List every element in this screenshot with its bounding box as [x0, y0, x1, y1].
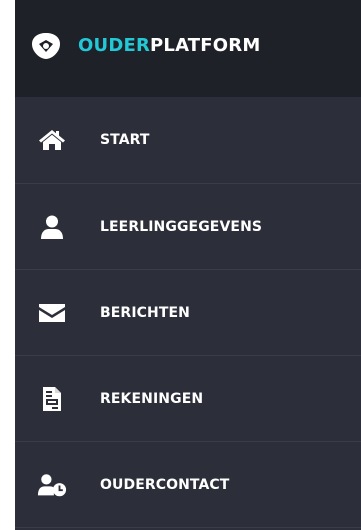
sidebar-nav: START LEERLINGGEGEVENS BERICHTEN REKENIN… — [15, 97, 361, 528]
brand-accent: OUDER — [78, 35, 151, 56]
sidebar-item-rekeningen[interactable]: REKENINGEN — [15, 356, 361, 442]
sidebar-item-label: OUDERCONTACT — [100, 476, 230, 493]
sidebar-item-label: START — [100, 132, 150, 148]
sidebar-item-start[interactable]: START — [15, 97, 361, 184]
brand-title: OUDERPLATFORM — [78, 34, 260, 58]
invoice-icon — [37, 386, 67, 412]
sidebar-item-berichten[interactable]: BERICHTEN — [15, 270, 361, 356]
user-clock-icon — [37, 472, 67, 498]
logo-icon — [32, 33, 60, 59]
sidebar-item-label: LEERLINGGEGEVENS — [100, 218, 263, 235]
envelope-icon — [37, 300, 67, 326]
sidebar-item-oudercontact[interactable]: OUDERCONTACT — [15, 442, 361, 528]
sidebar-item-label: BERICHTEN — [100, 304, 190, 321]
home-icon — [37, 127, 67, 153]
sidebar: OUDERPLATFORM START LEERLINGGEGEVENS BER… — [15, 0, 361, 530]
brand-rest: PLATFORM — [150, 35, 261, 56]
user-icon — [37, 214, 67, 240]
sidebar-item-leerlinggegevens[interactable]: LEERLINGGEGEVENS — [15, 184, 361, 270]
sidebar-item-label: REKENINGEN — [100, 390, 204, 407]
brand-header[interactable]: OUDERPLATFORM — [15, 0, 361, 97]
